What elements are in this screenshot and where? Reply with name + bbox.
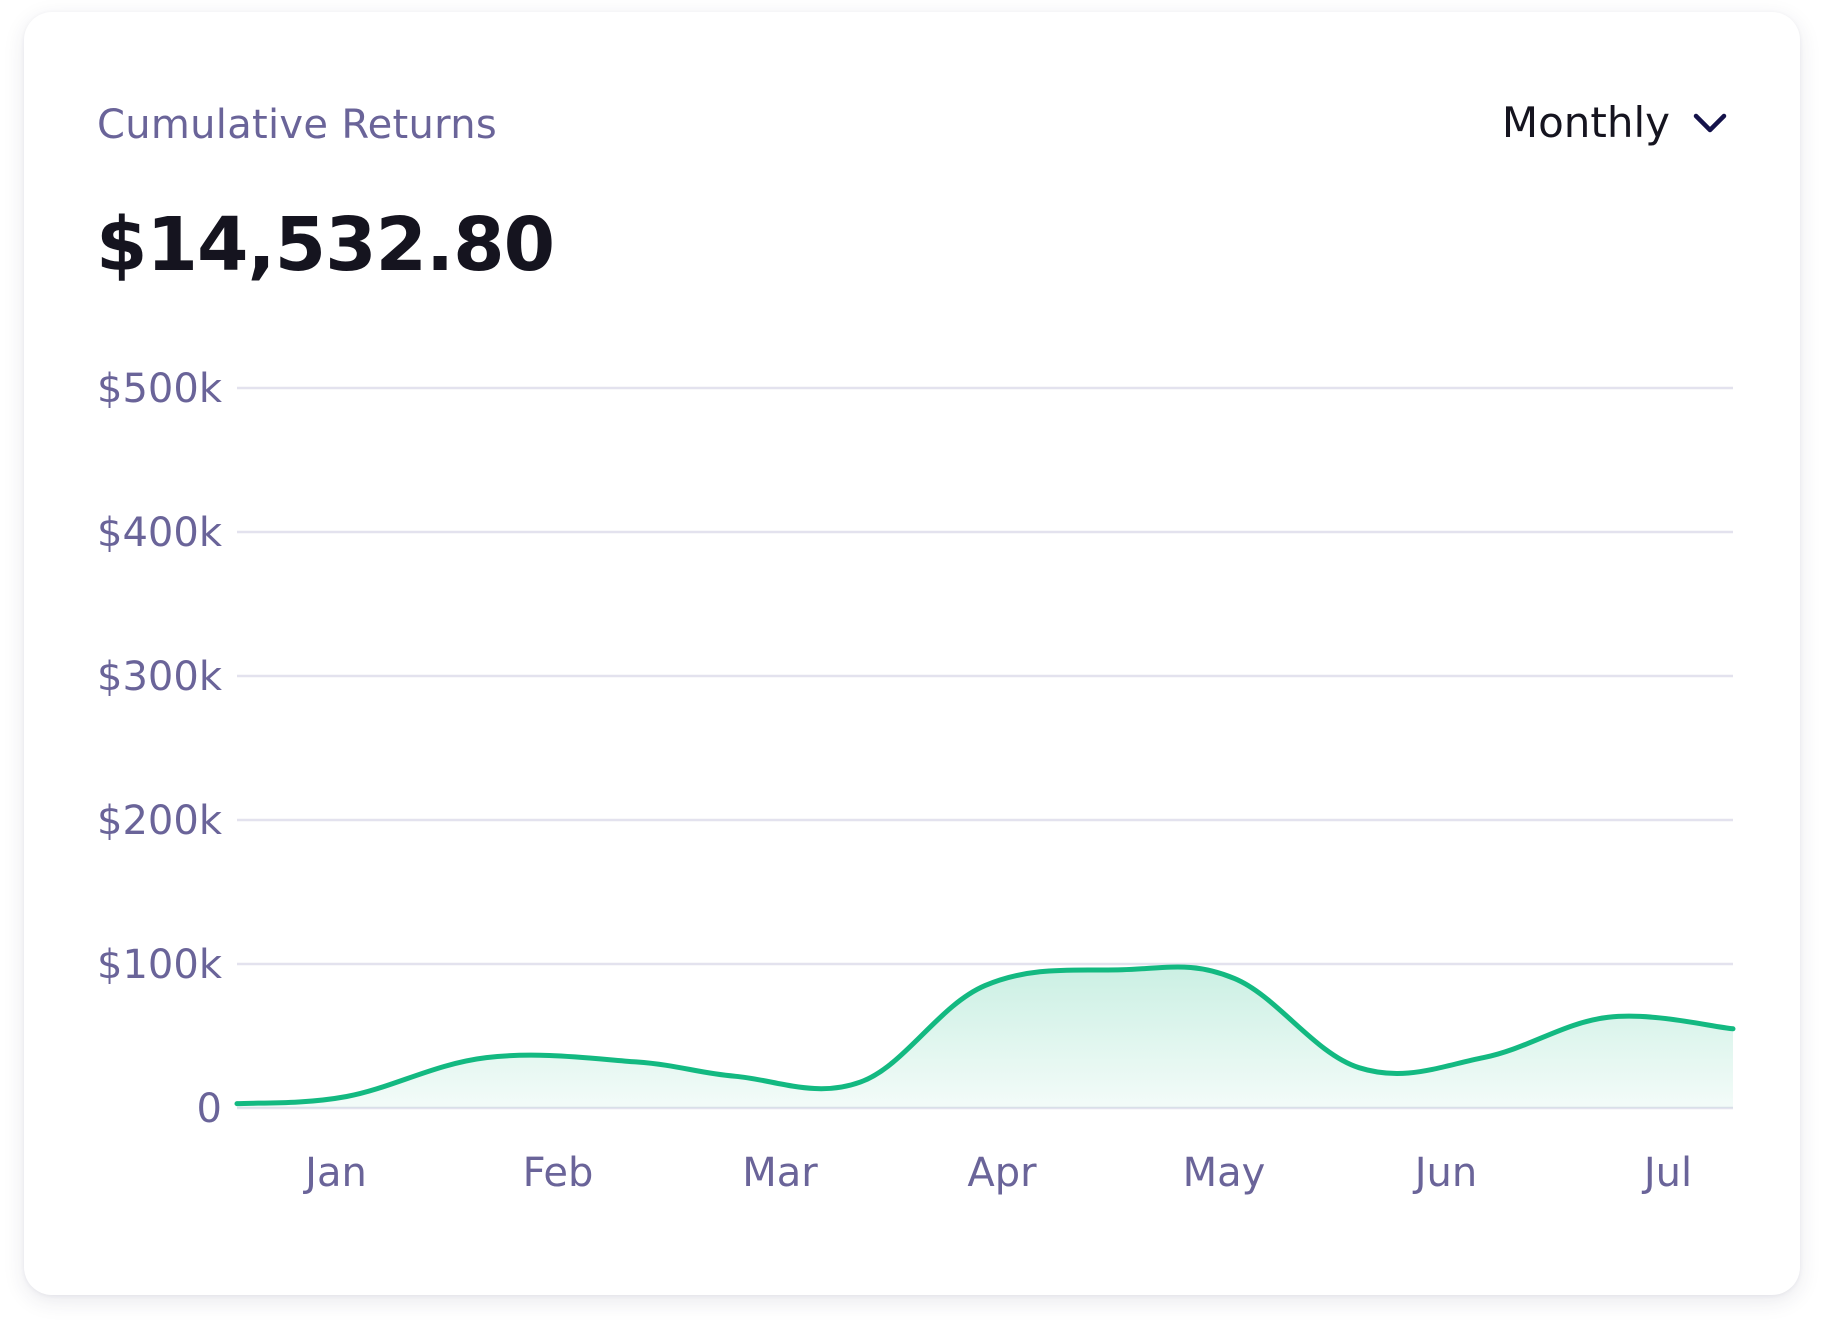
y-tick-label: $200k xyxy=(97,798,223,844)
x-tick-label: Feb xyxy=(523,1150,594,1196)
y-axis-ticks: 0 $100k $200k $300k $400k $500k xyxy=(97,366,223,1132)
x-tick-label: Jan xyxy=(302,1150,367,1196)
y-tick-label: $400k xyxy=(97,510,223,556)
y-tick-label: 0 xyxy=(197,1086,222,1132)
x-tick-label: May xyxy=(1183,1150,1266,1196)
x-tick-label: Jul xyxy=(1641,1150,1692,1196)
x-tick-label: Mar xyxy=(742,1150,818,1196)
y-tick-label: $100k xyxy=(97,942,223,988)
returns-chart: 0 $100k $200k $300k $400k $500k Jan Feb Mar Apr M… xyxy=(97,366,1736,1196)
x-tick-label: Jun xyxy=(1412,1150,1478,1196)
x-axis-ticks: Jan Feb Mar Apr May Jun Jul xyxy=(302,1150,1692,1196)
x-tick-label: Apr xyxy=(967,1150,1037,1196)
y-tick-label: $500k xyxy=(97,366,223,412)
cumulative-returns-card: Cumulative Returns $14,532.80 Monthly 0 $… xyxy=(24,12,1800,1295)
y-tick-label: $300k xyxy=(97,654,223,700)
